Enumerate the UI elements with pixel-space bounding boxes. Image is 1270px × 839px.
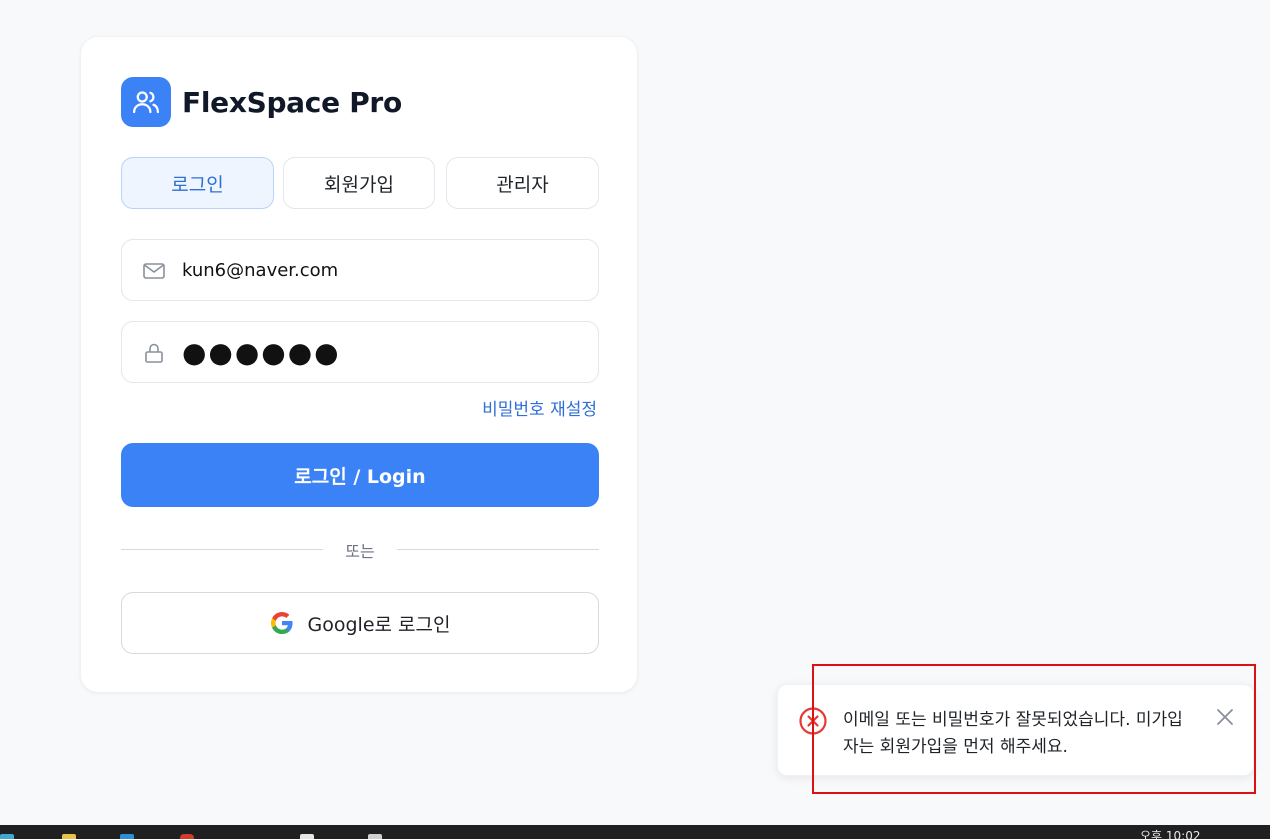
auth-tabs: 로그인 회원가입 관리자 (121, 157, 599, 209)
tab-signup[interactable]: 회원가입 (283, 157, 435, 209)
mail-icon (143, 263, 165, 279)
brand-title: FlexSpace Pro (182, 85, 402, 119)
brand: FlexSpace Pro (121, 77, 402, 127)
or-divider: 또는 (121, 537, 599, 561)
taskbar-clock[interactable]: 오후 10:02 (1140, 827, 1200, 839)
google-icon (270, 612, 293, 634)
login-card: FlexSpace Pro 로그인 회원가입 관리자 비밀번호 재설정 로그인 … (80, 36, 638, 693)
password-field[interactable] (121, 321, 599, 383)
highlight-box (812, 664, 1256, 794)
taskbar-app-icon[interactable] (180, 834, 194, 839)
users-icon (121, 77, 171, 127)
taskbar-app-icon[interactable] (300, 834, 314, 839)
taskbar-app-icon[interactable] (62, 834, 76, 839)
email-field[interactable] (121, 239, 599, 301)
taskbar-app-icon[interactable] (368, 834, 382, 839)
lock-icon (145, 343, 163, 363)
login-button[interactable]: 로그인 / Login (121, 443, 599, 507)
taskbar-app-icon[interactable] (120, 834, 134, 839)
taskbar: 오후 10:02 (0, 825, 1270, 839)
forgot-password-link[interactable]: 비밀번호 재설정 (482, 395, 597, 420)
password-input[interactable] (182, 322, 582, 382)
google-button-label: Google로 로그인 (307, 613, 451, 636)
tab-login[interactable]: 로그인 (121, 157, 274, 209)
taskbar-app-icon[interactable] (0, 834, 14, 839)
google-login-button[interactable]: Google로 로그인 (121, 592, 599, 654)
tab-admin[interactable]: 관리자 (446, 157, 599, 209)
divider-text: 또는 (345, 542, 375, 561)
divider-line (397, 549, 599, 550)
email-input[interactable] (182, 240, 582, 300)
